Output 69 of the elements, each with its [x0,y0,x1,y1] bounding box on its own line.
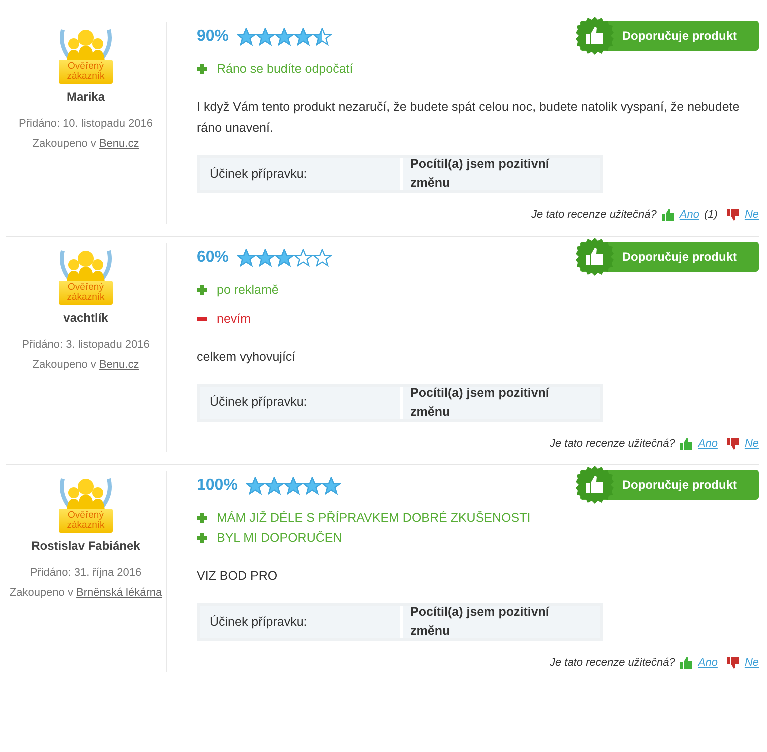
no-link[interactable]: Ne [744,655,759,672]
rating-percent: 60% [197,248,230,268]
table-cell: Účinek přípravku: [200,606,400,638]
table-cell: Pocítil(a) jsem pozitivní změnu [402,158,600,190]
verified-customer-badge: Ověřený zákazník [59,60,113,84]
thumbs-down-icon [726,438,740,450]
star-icon [246,477,265,495]
review-text: celkem vyhovující [197,348,297,366]
thumbs-up-icon [576,17,614,55]
no-link[interactable]: Ne [744,207,759,224]
yes-link[interactable]: Ano [698,655,718,672]
star-icon [284,477,303,495]
table-cell: Účinek přípravku: [200,158,400,190]
con-point: nevím [217,310,252,328]
star-icon [275,248,294,266]
shop-link[interactable]: Benu.cz [99,138,140,150]
date-added: Přidáno: 31. října 2016 [29,566,143,581]
thumbs-up-icon [680,657,694,670]
shop-link[interactable]: Brněnská lékárna [76,587,162,599]
star-icon [256,248,276,266]
table-cell: Účinek přípravku: [200,386,400,418]
pro-point: MÁM JIŽ DÉLE S PŘÍPRAVKEM DOBRÉ ZKUŠENOSTI [217,510,531,527]
yes-link[interactable]: Ano [680,207,700,224]
review-text: I když Vám tento produkt nezaručí, že budete spát celou noc, budete natolik vyspaní, že nebudete ráno unavení. [197,99,741,137]
purchased-label: Zakoupeno v [32,358,96,370]
star-icon [313,28,332,46]
pro-point: Ráno se budíte odpočatí [217,61,354,78]
review-text: VIZ BOD PRO [197,568,279,585]
thumbs-up-icon [576,238,614,276]
thumbs-down-icon [726,209,740,222]
helpful-question: Je tato recenze užitečná? [550,656,676,671]
plus-icon [197,284,207,294]
star-icon [275,28,294,46]
rating-percent: 100% [197,476,238,496]
plus-icon [197,64,207,74]
helpful-question: Je tato recenze užitečná? [550,436,676,452]
vote-count: (1) [704,208,718,223]
date-added: Přidáno: 3. listopadu 2016 [21,338,151,352]
minus-icon [197,316,207,320]
date-added: Přidáno: 10. listopadu 2016 [18,117,154,132]
star-icon [302,477,322,495]
verified-customer-badge: Ověřený zákazník [59,509,113,533]
shop-link[interactable]: Benu.cz [99,358,140,370]
purchased-label: Zakoupeno v [10,587,74,599]
author-name: Marika [66,89,106,106]
star-icon [313,248,332,266]
helpful-question: Je tato recenze užitečná? [532,208,657,223]
rating-percent: 90% [197,27,230,47]
star-icon [322,477,341,495]
verified-customer-badge: Ověřený zákazník [59,280,113,304]
yes-link[interactable]: Ano [698,436,718,452]
pro-point: po reklamě [217,282,279,299]
thumbs-up-icon [680,438,694,450]
table-cell: Pocítil(a) jsem pozitivní změnu [402,606,600,638]
purchased-label: Zakoupeno v [32,138,96,150]
no-link[interactable]: Ne [744,436,759,452]
table-cell: Pocítil(a) jsem pozitivní změnu [402,386,600,418]
star-icon [256,28,276,46]
pro-point: BYL MI DOPORUČEN [217,530,342,547]
thumbs-up-icon [576,466,614,504]
thumbs-down-icon [726,657,740,670]
author-name: vachtlík [62,310,110,326]
thumbs-up-icon [662,209,675,222]
star-icon [237,248,256,266]
author-name: Rostislav Fabiánek [30,538,142,555]
star-icon [237,28,256,46]
star-icon [294,28,314,46]
star-icon [264,477,284,495]
star-icon [294,248,314,266]
